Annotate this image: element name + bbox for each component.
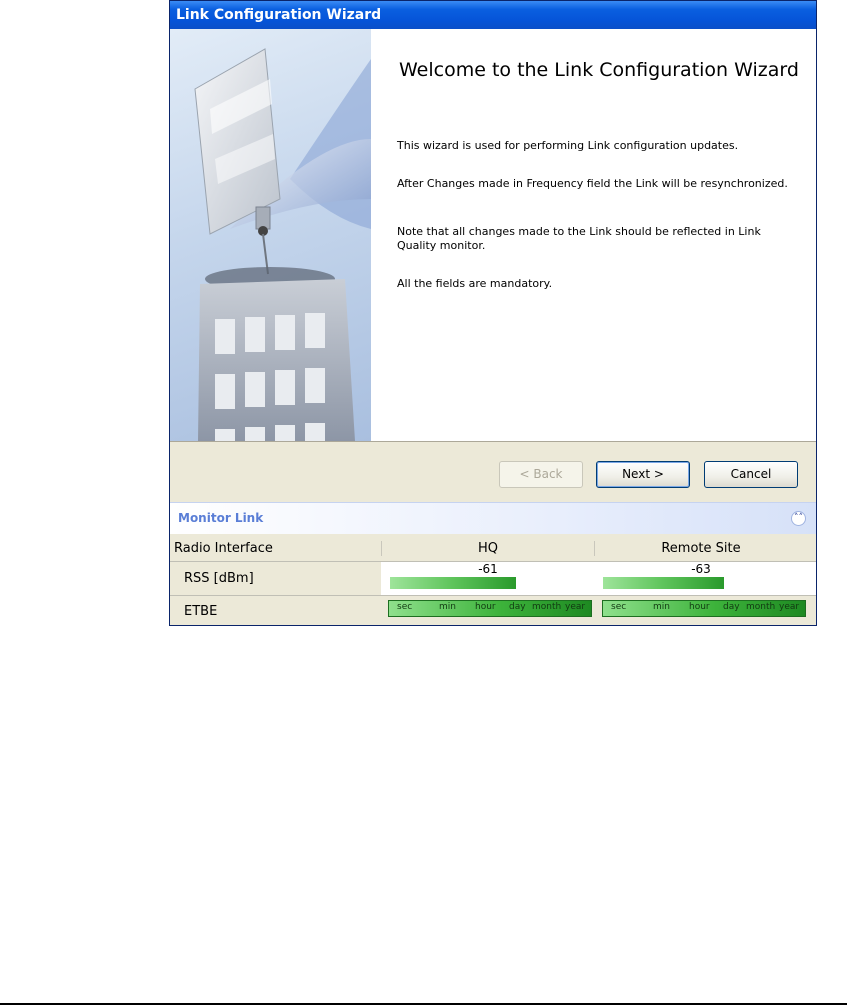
scale-year: year bbox=[565, 602, 586, 612]
rss-hq-bar bbox=[390, 577, 516, 589]
back-button[interactable]: < Back bbox=[499, 461, 583, 488]
monitor-link-title: Monitor Link bbox=[178, 511, 264, 525]
grid-header-row: Radio Interface HQ Remote Site bbox=[170, 536, 816, 562]
scale-hour: hour bbox=[475, 602, 496, 612]
wizard-window: Link Configuration Wizard Welcome to the… bbox=[169, 0, 817, 626]
scale-min: min bbox=[439, 602, 456, 612]
etbe-remote-scale: sec min hour day month year bbox=[602, 600, 806, 617]
etbe-hq-scale: sec min hour day month year bbox=[388, 600, 592, 617]
scale-month: month bbox=[746, 602, 776, 612]
rss-row: RSS [dBm] -61 -63 bbox=[170, 562, 816, 595]
page-bottom-rule bbox=[0, 1003, 847, 1005]
cancel-button[interactable]: Cancel bbox=[704, 461, 798, 488]
double-chevron-up-icon[interactable]: ˄˄ bbox=[791, 511, 806, 526]
scale-hour: hour bbox=[689, 602, 710, 612]
intro-paragraph: This wizard is used for performing Link … bbox=[397, 139, 739, 152]
rss-hq-value: -61 bbox=[478, 562, 498, 576]
scale-sec: sec bbox=[611, 602, 627, 612]
etbe-label: ETBE bbox=[184, 604, 218, 619]
monitor-link-header: Monitor Link ˄˄ bbox=[170, 502, 816, 534]
scale-min: min bbox=[653, 602, 670, 612]
monitor-grid: Radio Interface HQ Remote Site RSS [dBm]… bbox=[170, 536, 816, 625]
wizard-content: Welcome to the Link Configuration Wizard… bbox=[371, 29, 816, 441]
next-button[interactable]: Next > bbox=[596, 461, 690, 488]
etbe-row: ETBE sec min hour day month year sec min… bbox=[170, 595, 816, 625]
rss-remote-bar bbox=[603, 577, 724, 589]
note-paragraph: Note that all changes made to the Link s… bbox=[397, 225, 761, 252]
scale-month: month bbox=[532, 602, 562, 612]
col-remote-site: Remote Site bbox=[661, 541, 741, 556]
resync-paragraph: After Changes made in Frequency field th… bbox=[397, 177, 788, 190]
col-hq: HQ bbox=[477, 541, 498, 556]
wizard-heading: Welcome to the Link Configuration Wizard bbox=[399, 59, 799, 81]
col-radio-interface: Radio Interface bbox=[174, 541, 273, 556]
button-separator bbox=[170, 441, 816, 442]
antenna-building-illustration bbox=[194, 48, 371, 441]
scale-day: day bbox=[509, 602, 526, 612]
rss-remote-value: -63 bbox=[691, 562, 711, 576]
mandatory-paragraph: All the fields are mandatory. bbox=[397, 277, 553, 290]
scale-day: day bbox=[723, 602, 740, 612]
scale-year: year bbox=[779, 602, 800, 612]
rss-label: RSS [dBm] bbox=[170, 562, 381, 595]
scale-sec: sec bbox=[397, 602, 413, 612]
window-title: Link Configuration Wizard bbox=[170, 1, 816, 29]
wizard-illustration bbox=[170, 29, 371, 441]
